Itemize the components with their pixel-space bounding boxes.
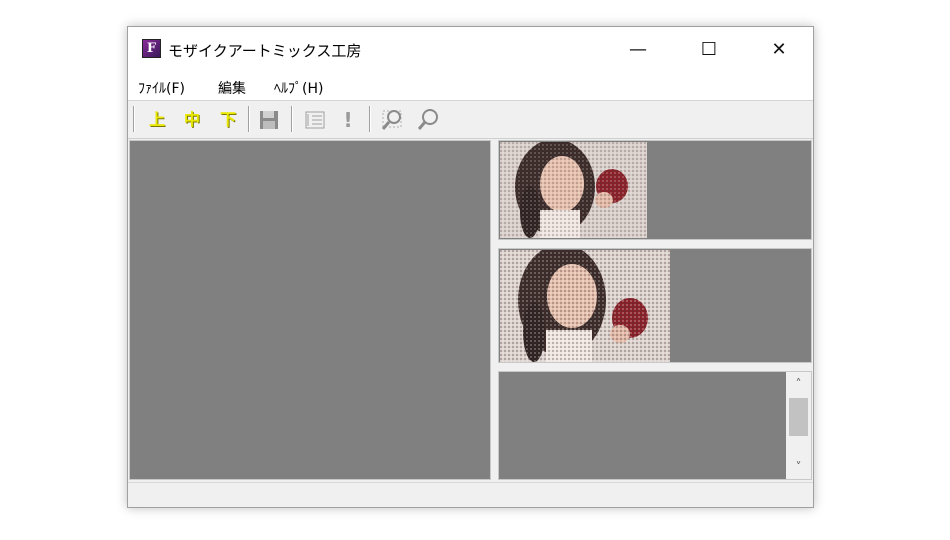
material-list-panel[interactable]: ˄ ˅ [498,371,812,480]
zoom-out-icon [417,109,438,130]
scroll-down-button[interactable]: ˅ [786,457,811,477]
mosaic-preview-image [500,250,670,362]
minimize-button[interactable]: — [615,27,661,73]
original-image-panel[interactable] [498,140,812,240]
scroll-up-button[interactable]: ˄ [786,374,811,394]
scroll-thumb[interactable] [789,398,808,436]
mosaic-preview-panel[interactable] [498,248,812,363]
toolbar-separator [133,106,135,132]
main-canvas-panel[interactable] [129,140,491,480]
list-icon [305,111,325,129]
maximize-button[interactable]: ☐ [686,27,732,73]
app-icon: F [142,39,161,58]
title-bar[interactable]: F モザイクアートミックス工房 — ☐ ✕ [128,27,813,73]
save-button[interactable] [256,107,282,133]
floppy-disk-icon [260,111,278,129]
zoom-out-button[interactable] [415,107,441,133]
toolbar-separator [369,106,371,132]
align-middle-button[interactable]: 中 [179,107,205,133]
close-button[interactable]: ✕ [756,27,802,73]
exclamation-icon: ! [343,108,353,132]
menu-file[interactable]: ﾌｧｲﾙ(F) [138,78,185,98]
run-button[interactable]: ! [335,107,361,133]
toolbar: 上 中 下 ! [128,101,813,139]
menu-bar: ﾌｧｲﾙ(F) 編集 ﾍﾙﾌﾟ(H) [128,73,813,101]
vertical-scrollbar[interactable]: ˄ ˅ [786,372,811,479]
menu-help[interactable]: ﾍﾙﾌﾟ(H) [274,78,323,98]
list-button[interactable] [302,107,328,133]
menu-edit[interactable]: 編集 [218,78,246,98]
toolbar-separator [291,106,293,132]
align-bottom-button[interactable]: 下 [215,107,241,133]
align-top-button[interactable]: 上 [144,107,170,133]
original-mosaic-image [500,142,647,238]
zoom-in-button[interactable] [379,107,405,133]
status-bar [128,482,813,507]
app-window: F モザイクアートミックス工房 — ☐ ✕ ﾌｧｲﾙ(F) 編集 ﾍﾙﾌﾟ(H)… [127,26,814,508]
window-title: モザイクアートミックス工房 [168,42,362,60]
toolbar-separator [248,106,250,132]
zoom-in-icon [381,110,402,130]
